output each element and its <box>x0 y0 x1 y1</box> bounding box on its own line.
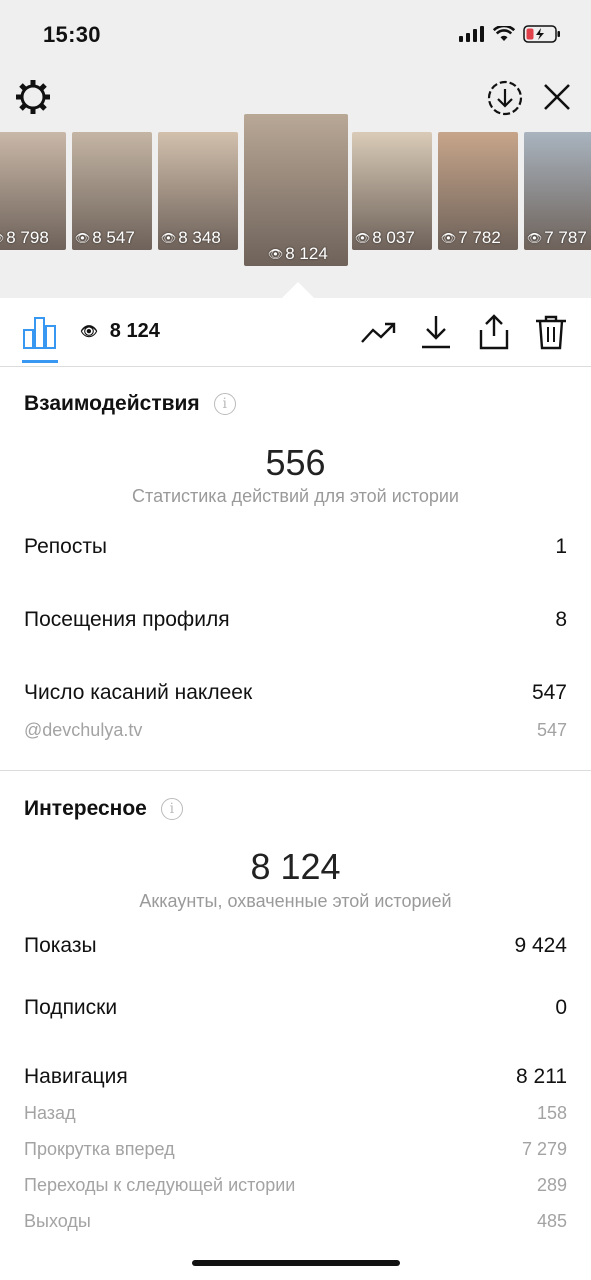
viewers-count-value: 8 124 <box>109 320 160 342</box>
status-icons <box>459 25 561 43</box>
eye-icon: 👁 <box>0 231 4 245</box>
stat-label: Подписки <box>24 996 118 1019</box>
stat-label: Посещения профиля <box>24 608 230 631</box>
stat-value: 1 <box>555 535 567 558</box>
discovery-title: Интересное <box>24 797 147 820</box>
story-thumbnail[interactable]: 👁8 798 <box>0 132 66 250</box>
eye-icon: 👁 <box>80 323 98 339</box>
story-toolbar: 👁 8 124 <box>0 298 591 367</box>
stat-row: Репосты 1 <box>24 535 567 559</box>
insights-bar-chart-icon[interactable] <box>22 314 58 350</box>
nav-value: 485 <box>536 1211 567 1231</box>
stat-row: Навигация 8 211 <box>24 1065 567 1089</box>
story-thumbnail[interactable]: 👁 7 782 <box>438 132 518 250</box>
interactions-section-title: Взаимодействия i <box>24 392 236 416</box>
stat-label: Репосты <box>24 535 108 558</box>
sticker-row[interactable]: @devchulya.tv 547 <box>24 720 567 741</box>
eye-icon: 👁 <box>527 231 543 245</box>
stat-label: Навигация <box>24 1065 128 1088</box>
signal-icon <box>459 26 484 42</box>
interactions-subtitle: Статистика действий для этой истории <box>132 486 459 506</box>
stat-value: 8 <box>555 608 567 631</box>
stat-value: 0 <box>555 996 567 1019</box>
eye-icon: 👁 <box>161 231 177 245</box>
active-tab-indicator <box>22 360 58 363</box>
eye-icon: 👁 <box>75 231 91 245</box>
eye-icon: 👁 <box>355 231 371 245</box>
story-thumbnail[interactable]: 👁 8 348 <box>158 132 238 250</box>
share-icon[interactable] <box>477 314 511 350</box>
story-thumbnails[interactable]: 👁8 798 👁8 547 👁8 348 👁8 124 👁8 037 👁7 78… <box>0 114 591 270</box>
info-icon[interactable]: i <box>160 798 183 820</box>
close-icon[interactable] <box>540 80 574 114</box>
story-thumbnail[interactable]: 👁 8 037 <box>352 132 432 250</box>
stat-value: 547 <box>531 681 567 704</box>
thumbnail-views: 7 787 <box>544 228 587 247</box>
nav-row: Выходы 485 <box>24 1211 567 1232</box>
eye-icon: 👁 <box>441 231 457 245</box>
nav-value: 158 <box>536 1103 567 1123</box>
promote-trend-icon[interactable] <box>360 320 398 346</box>
thumbnail-views: 8 798 <box>6 228 49 247</box>
nav-label: Переходы к следующей истории <box>24 1175 296 1195</box>
eye-icon: 👁 <box>268 247 284 261</box>
discovery-section-title: Интересное i <box>24 797 183 821</box>
stat-label: Число касаний наклеек <box>24 681 253 704</box>
info-icon[interactable]: i <box>213 393 236 415</box>
interactions-title: Взаимодействия <box>24 392 200 415</box>
stat-row: Подписки 0 <box>24 996 567 1020</box>
thumbnail-views: 7 782 <box>458 228 501 247</box>
selection-caret <box>282 282 314 298</box>
viewers-count[interactable]: 👁 8 124 <box>80 320 160 343</box>
nav-label: Назад <box>24 1103 76 1123</box>
stat-value: 8 211 <box>516 1065 567 1088</box>
nav-row: Назад 158 <box>24 1103 567 1124</box>
nav-row: Переходы к следующей истории 289 <box>24 1175 567 1196</box>
nav-row: Прокрутка вперед 7 279 <box>24 1139 567 1160</box>
nav-value: 289 <box>536 1175 567 1195</box>
stat-row: Посещения профиля 8 <box>24 608 567 632</box>
thumbnail-views: 8 037 <box>372 228 415 247</box>
save-story-icon[interactable] <box>486 79 524 117</box>
sticker-value: 547 <box>536 720 567 740</box>
story-thumbnail[interactable]: 👁 8 547 <box>72 132 152 250</box>
home-indicator <box>192 1260 400 1266</box>
settings-icon[interactable] <box>14 78 52 116</box>
status-time: 15:30 <box>43 22 101 47</box>
discovery-subtitle: Аккаунты, охваченные этой историей <box>139 891 452 911</box>
battery-icon <box>523 25 560 43</box>
stat-label: Показы <box>24 934 97 957</box>
wifi-icon <box>493 26 515 41</box>
stat-row: Число касаний наклеек 547 <box>24 681 567 705</box>
download-icon[interactable] <box>420 314 452 350</box>
status-bar: 15:30 <box>0 0 591 70</box>
interactions-total: 556 <box>265 442 326 483</box>
thumbnail-views: 8 547 <box>92 228 135 247</box>
stat-row: Показы 9 424 <box>24 934 567 958</box>
nav-label: Выходы <box>24 1211 91 1231</box>
nav-value: 7 279 <box>521 1139 567 1159</box>
sticker-handle: @devchulya.tv <box>24 720 143 740</box>
nav-label: Прокрутка вперед <box>24 1139 175 1159</box>
stat-value: 9 424 <box>514 934 567 957</box>
delete-trash-icon[interactable] <box>534 314 568 350</box>
discovery-total: 8 124 <box>250 846 341 887</box>
story-thumbnail[interactable]: 👁 7 787 <box>524 132 591 250</box>
story-thumbnail-selected[interactable]: 👁 8 124 <box>244 114 348 266</box>
section-divider <box>0 770 591 771</box>
thumbnail-views: 8 348 <box>178 228 221 247</box>
thumbnail-views: 8 124 <box>285 244 328 263</box>
